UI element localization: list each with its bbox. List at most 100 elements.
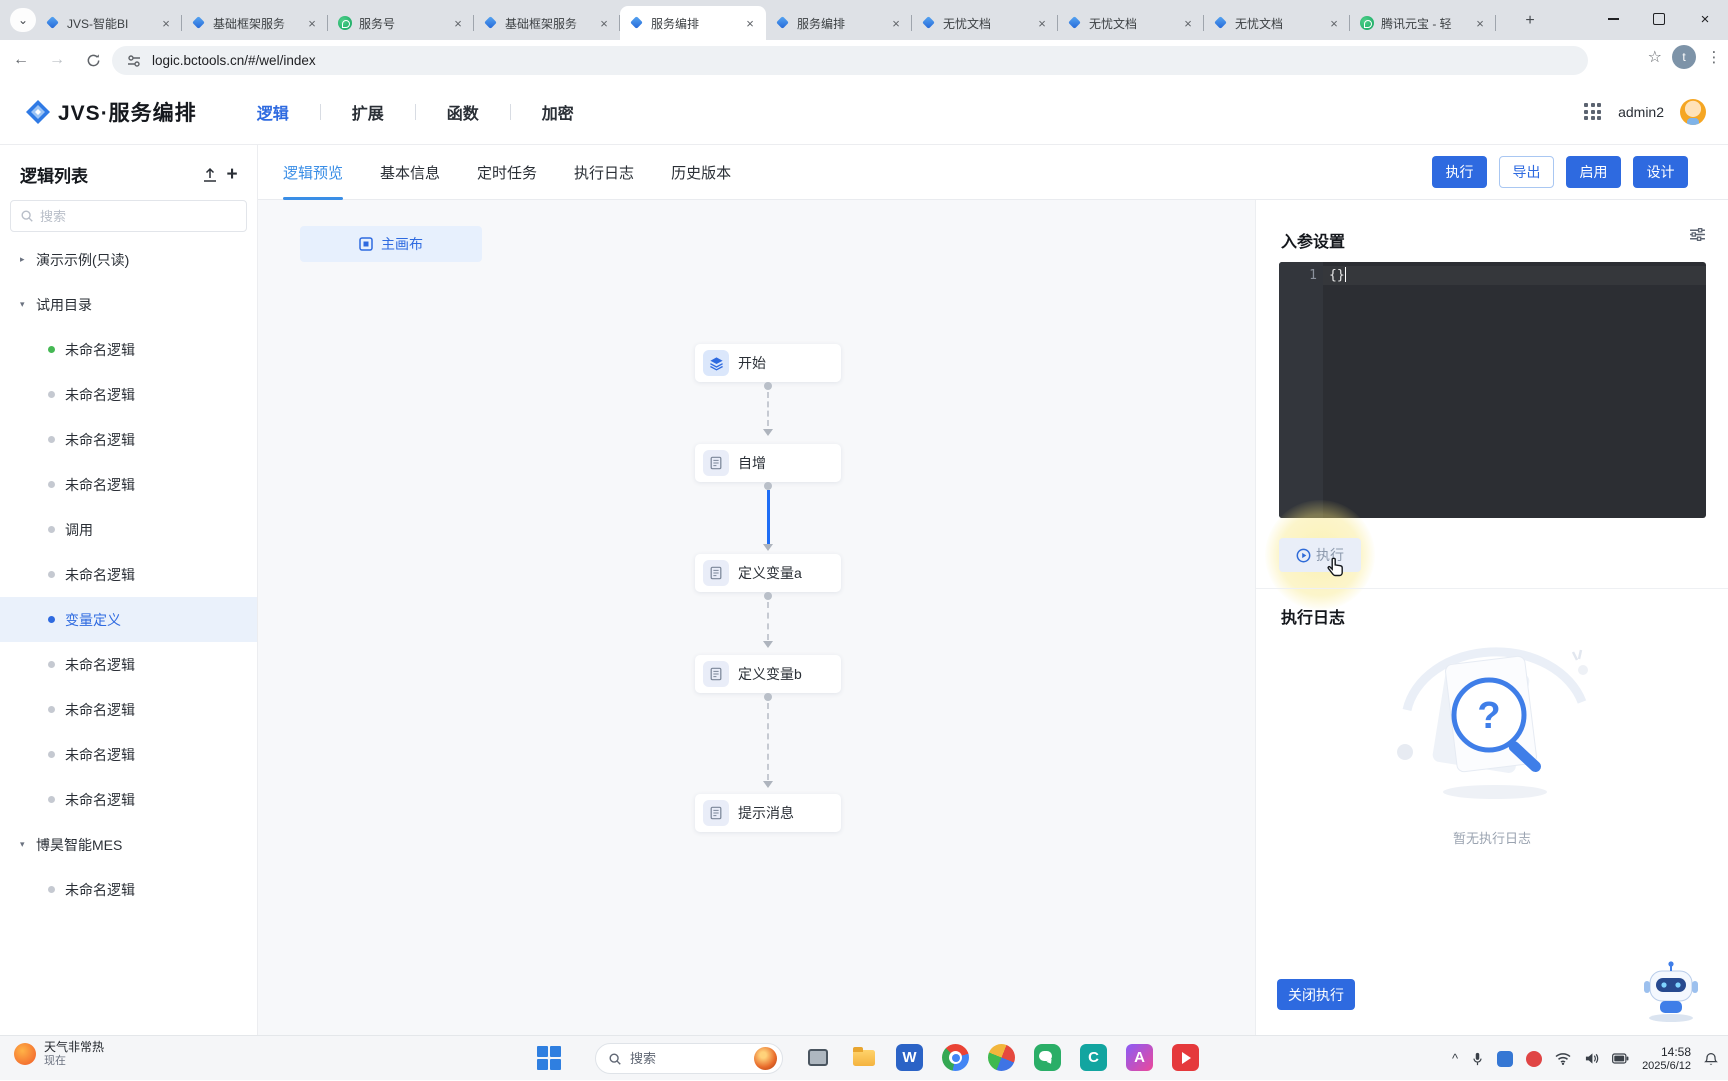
tab-close-icon[interactable]: ×: [1472, 15, 1488, 31]
wifi-icon[interactable]: [1555, 1052, 1571, 1065]
tree-item[interactable]: 未命名逻辑: [0, 687, 257, 732]
editor-code-line[interactable]: {}: [1329, 267, 1346, 283]
tree-item[interactable]: 未命名逻辑: [0, 327, 257, 372]
taskbar-clock[interactable]: 14:58 2025/6/12: [1642, 1045, 1691, 1073]
browser-tab[interactable]: 无忧文档×: [912, 6, 1058, 40]
window-maximize-button[interactable]: [1636, 0, 1682, 38]
task-view-icon[interactable]: [804, 1044, 831, 1071]
sidebar-search-box[interactable]: [10, 200, 247, 232]
app-c-icon[interactable]: C: [1080, 1044, 1107, 1071]
notification-bell-icon[interactable]: [1704, 1052, 1718, 1066]
params-json-editor[interactable]: 1 {}: [1279, 262, 1706, 518]
params-settings-icon[interactable]: [1689, 226, 1706, 243]
connector-dot[interactable]: [764, 482, 772, 490]
site-settings-icon[interactable]: [126, 53, 142, 69]
browser-tab[interactable]: 无忧文档×: [1058, 6, 1204, 40]
browser-menu-icon[interactable]: ⋮: [1706, 48, 1722, 66]
tree-item[interactable]: 未命名逻辑: [0, 642, 257, 687]
connector-dot[interactable]: [764, 592, 772, 600]
design-button[interactable]: 设计: [1633, 156, 1688, 188]
apps-grid-icon[interactable]: [1584, 103, 1602, 121]
address-bar[interactable]: logic.bctools.cn/#/wel/index: [112, 46, 1588, 75]
tab-close-icon[interactable]: ×: [742, 15, 758, 31]
volume-icon[interactable]: [1584, 1052, 1599, 1065]
tree-item[interactable]: 未命名逻辑: [0, 777, 257, 822]
taskbar-search-box[interactable]: [595, 1043, 783, 1074]
back-button[interactable]: ←: [6, 45, 36, 75]
user-avatar[interactable]: [1680, 99, 1706, 125]
nav-item-encrypt[interactable]: 加密: [540, 100, 576, 124]
word-app-icon[interactable]: W: [896, 1044, 923, 1071]
tree-item[interactable]: 未命名逻辑: [0, 462, 257, 507]
app-a-icon[interactable]: A: [1126, 1044, 1153, 1071]
tray-expand-icon[interactable]: ^: [1452, 1051, 1458, 1066]
enable-button[interactable]: 启用: [1566, 156, 1621, 188]
main-canvas-tab[interactable]: 主画布: [300, 226, 482, 262]
tree-group-demo[interactable]: ▸演示示例(只读): [0, 237, 257, 282]
tab-scheduled-task[interactable]: 定时任务: [477, 145, 537, 200]
nav-item-function[interactable]: 函数: [445, 100, 481, 124]
browser-tab[interactable]: 基础框架服务×: [182, 6, 328, 40]
microphone-icon[interactable]: [1471, 1052, 1484, 1066]
flow-node-define-a[interactable]: 定义变量a: [695, 554, 841, 592]
nav-item-logic[interactable]: 逻辑: [255, 100, 291, 124]
video-app-icon[interactable]: [1172, 1044, 1199, 1071]
tab-exec-log[interactable]: 执行日志: [574, 145, 634, 200]
tree-item-selected[interactable]: 变量定义: [0, 597, 257, 642]
forward-button[interactable]: →: [42, 45, 72, 75]
robot-mascot[interactable]: [1638, 961, 1704, 1023]
window-minimize-button[interactable]: [1590, 0, 1636, 38]
run-button[interactable]: 执行: [1279, 538, 1361, 572]
tab-logic-preview[interactable]: 逻辑预览: [283, 145, 343, 200]
connector-dot[interactable]: [764, 693, 772, 701]
tree-item[interactable]: 未命名逻辑: [0, 417, 257, 462]
tab-close-icon[interactable]: ×: [1180, 15, 1196, 31]
tab-close-icon[interactable]: ×: [888, 15, 904, 31]
tab-search-button[interactable]: ⌄: [10, 8, 36, 32]
browser-profile-avatar[interactable]: t: [1672, 45, 1696, 69]
bookmark-star-icon[interactable]: ☆: [1648, 47, 1662, 67]
flow-node-define-b[interactable]: 定义变量b: [695, 655, 841, 693]
tab-close-icon[interactable]: ×: [304, 15, 320, 31]
close-execution-button[interactable]: 关闭执行: [1277, 979, 1355, 1010]
file-explorer-icon[interactable]: [850, 1044, 877, 1071]
flow-node-start[interactable]: 开始: [695, 344, 841, 382]
export-button[interactable]: 导出: [1499, 156, 1554, 188]
window-close-button[interactable]: ×: [1682, 0, 1728, 38]
nav-item-extension[interactable]: 扩展: [350, 100, 386, 124]
taskbar-search-input[interactable]: [630, 1051, 740, 1066]
tree-group-mes[interactable]: ▾博昊智能MES: [0, 822, 257, 867]
browser-tab[interactable]: 腾讯元宝 - 轻×: [1350, 6, 1496, 40]
tab-close-icon[interactable]: ×: [1034, 15, 1050, 31]
flow-node-message[interactable]: 提示消息: [695, 794, 841, 832]
sidebar-search-input[interactable]: [40, 209, 210, 224]
browser-tab[interactable]: 服务编排×: [766, 6, 912, 40]
flow-node-increment[interactable]: 自增: [695, 444, 841, 482]
browser-tab[interactable]: 基础框架服务×: [474, 6, 620, 40]
tab-close-icon[interactable]: ×: [158, 15, 174, 31]
wechat-icon[interactable]: [1034, 1044, 1061, 1071]
tree-item[interactable]: 未命名逻辑: [0, 867, 257, 912]
flow-canvas[interactable]: 主画布 开始 自增 定义变量a 定义变量b 提示消息: [258, 200, 1255, 1035]
tree-item[interactable]: 未命名逻辑: [0, 372, 257, 417]
tab-basic-info[interactable]: 基本信息: [380, 145, 440, 200]
chrome-icon[interactable]: [942, 1044, 969, 1071]
tree-item[interactable]: 未命名逻辑: [0, 552, 257, 597]
connector-dot[interactable]: [764, 382, 772, 390]
taskbar-weather-widget[interactable]: 天气非常热 现在: [14, 1040, 104, 1068]
photos-app-icon[interactable]: [984, 1040, 1019, 1075]
execute-button[interactable]: 执行: [1432, 156, 1487, 188]
tree-group-trial[interactable]: ▾试用目录: [0, 282, 257, 327]
import-button[interactable]: [199, 164, 221, 186]
browser-tab[interactable]: 服务号×: [328, 6, 474, 40]
browser-tab[interactable]: 无忧文档×: [1204, 6, 1350, 40]
tree-item[interactable]: 调用: [0, 507, 257, 552]
tab-close-icon[interactable]: ×: [450, 15, 466, 31]
tray-app-red-icon[interactable]: [1526, 1051, 1542, 1067]
battery-icon[interactable]: [1612, 1053, 1629, 1064]
tab-history[interactable]: 历史版本: [671, 145, 731, 200]
tree-item[interactable]: 未命名逻辑: [0, 732, 257, 777]
tab-close-icon[interactable]: ×: [1326, 15, 1342, 31]
tray-app-blue-icon[interactable]: [1497, 1051, 1513, 1067]
reload-button[interactable]: [78, 45, 108, 75]
